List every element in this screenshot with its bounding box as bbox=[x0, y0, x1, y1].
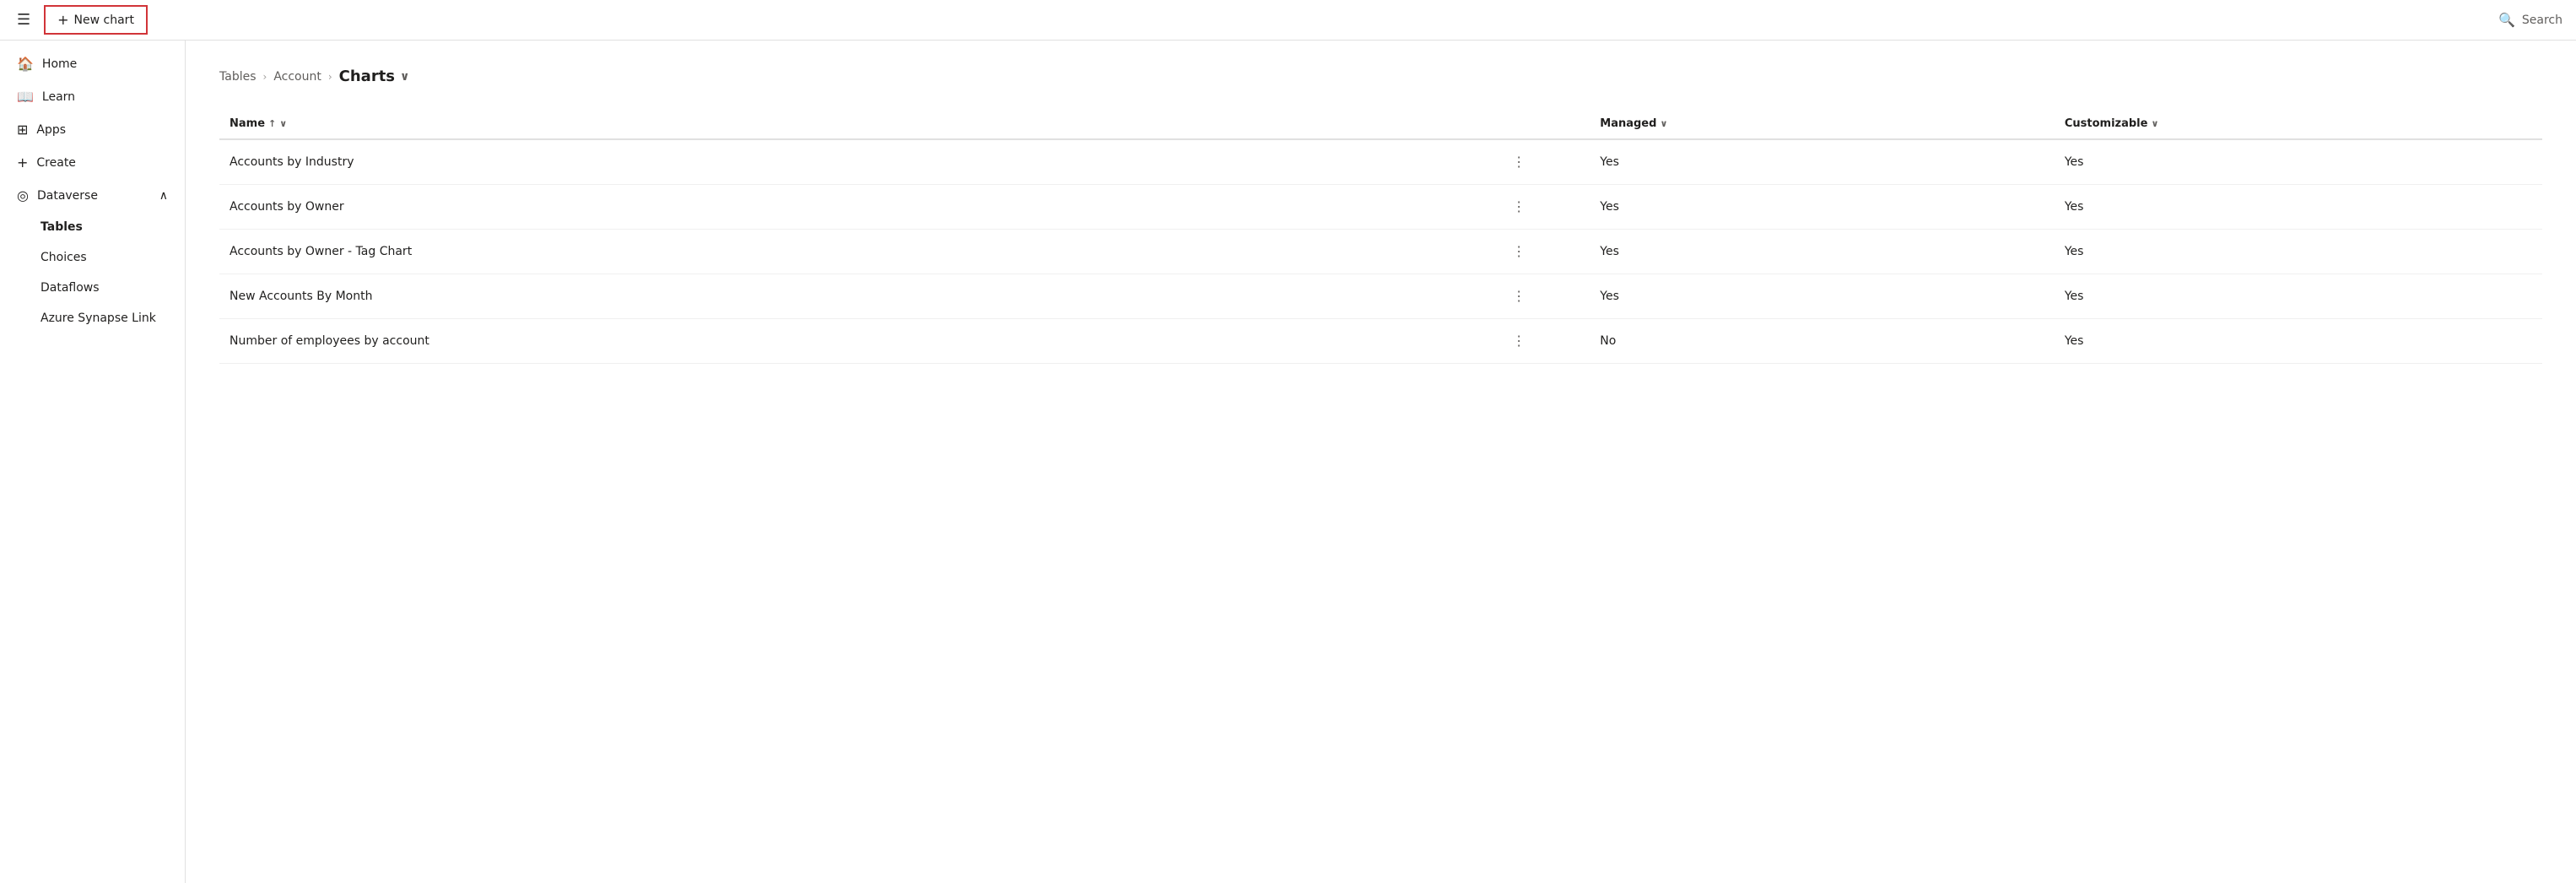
hamburger-icon[interactable]: ☰ bbox=[14, 8, 34, 32]
sidebar-item-learn[interactable]: 📖 Learn bbox=[0, 80, 185, 113]
toolbar-left: ☰ + New chart bbox=[14, 5, 148, 35]
col-header-managed: Managed ∨ bbox=[1590, 109, 2055, 139]
main-layout: 🏠 Home 📖 Learn ⊞ Apps + Create ◎ Dataver… bbox=[0, 41, 2576, 883]
sidebar-sub-item-tables[interactable]: Tables bbox=[0, 212, 185, 242]
cell-customizable-1: Yes bbox=[2055, 185, 2542, 230]
cell-managed-3: Yes bbox=[1590, 274, 2055, 319]
table-row: New Accounts By Month ⋮ Yes Yes bbox=[219, 274, 2542, 319]
sidebar-item-create-label: Create bbox=[36, 156, 76, 170]
cell-customizable-4: Yes bbox=[2055, 319, 2542, 364]
customizable-sort-icon[interactable]: ∨ bbox=[2151, 118, 2158, 129]
cell-customizable-2: Yes bbox=[2055, 230, 2542, 274]
search-label: Search bbox=[2522, 14, 2562, 27]
dataverse-chevron-icon: ∧ bbox=[159, 189, 168, 203]
breadcrumb: Tables › Account › Charts ∨ bbox=[219, 68, 2542, 85]
cell-name-2: Accounts by Owner - Tag Chart bbox=[219, 230, 1497, 274]
cell-actions-0: ⋮ bbox=[1497, 139, 1590, 185]
table-row: Accounts by Owner ⋮ Yes Yes bbox=[219, 185, 2542, 230]
sidebar-item-dataverse-label: Dataverse bbox=[37, 189, 98, 203]
name-sort-desc-icon[interactable]: ∨ bbox=[279, 118, 287, 129]
table-header-row: Name ↑ ∨ Managed ∨ Cust bbox=[219, 109, 2542, 139]
breadcrumb-tables[interactable]: Tables bbox=[219, 70, 257, 84]
col-customizable-label: Customizable bbox=[2065, 117, 2148, 130]
breadcrumb-chevron-icon[interactable]: ∨ bbox=[400, 70, 409, 84]
col-name-label: Name bbox=[230, 117, 265, 130]
cell-managed-0: Yes bbox=[1590, 139, 2055, 185]
create-icon: + bbox=[17, 154, 28, 171]
dataverse-left: ◎ Dataverse bbox=[17, 187, 98, 203]
home-icon: 🏠 bbox=[17, 56, 34, 72]
managed-sort-icon[interactable]: ∨ bbox=[1660, 118, 1667, 129]
col-header-actions bbox=[1497, 109, 1590, 139]
new-chart-button[interactable]: + New chart bbox=[44, 5, 148, 35]
apps-icon: ⊞ bbox=[17, 122, 28, 138]
dataflows-label: Dataflows bbox=[41, 281, 100, 295]
search-icon: 🔍 bbox=[2498, 12, 2515, 28]
col-header-customizable: Customizable ∨ bbox=[2055, 109, 2542, 139]
cell-customizable-3: Yes bbox=[2055, 274, 2542, 319]
breadcrumb-sep-2: › bbox=[328, 71, 332, 83]
table-row: Accounts by Owner - Tag Chart ⋮ Yes Yes bbox=[219, 230, 2542, 274]
cell-customizable-0: Yes bbox=[2055, 139, 2542, 185]
cell-managed-1: Yes bbox=[1590, 185, 2055, 230]
breadcrumb-current-label: Charts bbox=[339, 68, 395, 85]
dataverse-icon: ◎ bbox=[17, 187, 29, 203]
cell-name-1: Accounts by Owner bbox=[219, 185, 1497, 230]
cell-actions-3: ⋮ bbox=[1497, 274, 1590, 319]
new-chart-label: New chart bbox=[74, 14, 134, 27]
name-sort-asc-icon[interactable]: ↑ bbox=[268, 118, 276, 129]
more-options-button-4[interactable]: ⋮ bbox=[1507, 331, 1531, 351]
breadcrumb-sep-1: › bbox=[263, 71, 267, 83]
search-area[interactable]: 🔍 Search bbox=[2498, 12, 2562, 28]
more-options-button-1[interactable]: ⋮ bbox=[1507, 197, 1531, 217]
cell-actions-4: ⋮ bbox=[1497, 319, 1590, 364]
more-options-button-3[interactable]: ⋮ bbox=[1507, 286, 1531, 306]
sidebar-item-home-label: Home bbox=[42, 57, 77, 71]
sidebar-item-apps-label: Apps bbox=[36, 123, 66, 137]
cell-name-0: Accounts by Industry bbox=[219, 139, 1497, 185]
toolbar: ☰ + New chart 🔍 Search bbox=[0, 0, 2576, 41]
sidebar-item-dataverse[interactable]: ◎ Dataverse ∧ bbox=[0, 179, 185, 212]
sidebar-item-create[interactable]: + Create bbox=[0, 146, 185, 179]
more-options-button-2[interactable]: ⋮ bbox=[1507, 241, 1531, 262]
sidebar-sub-item-choices[interactable]: Choices bbox=[0, 242, 185, 273]
sidebar-sub-item-azure-synapse[interactable]: Azure Synapse Link bbox=[0, 303, 185, 333]
cell-managed-4: No bbox=[1590, 319, 2055, 364]
more-options-button-0[interactable]: ⋮ bbox=[1507, 152, 1531, 172]
sidebar-sub-item-dataflows[interactable]: Dataflows bbox=[0, 273, 185, 303]
col-header-name: Name ↑ ∨ bbox=[219, 109, 1497, 139]
cell-managed-2: Yes bbox=[1590, 230, 2055, 274]
sidebar: 🏠 Home 📖 Learn ⊞ Apps + Create ◎ Dataver… bbox=[0, 41, 186, 883]
charts-table: Name ↑ ∨ Managed ∨ Cust bbox=[219, 109, 2542, 364]
choices-label: Choices bbox=[41, 251, 87, 264]
cell-name-4: Number of employees by account bbox=[219, 319, 1497, 364]
table-row: Number of employees by account ⋮ No Yes bbox=[219, 319, 2542, 364]
col-managed-label: Managed bbox=[1600, 117, 1656, 130]
breadcrumb-account[interactable]: Account bbox=[273, 70, 321, 84]
learn-icon: 📖 bbox=[17, 89, 34, 105]
cell-actions-2: ⋮ bbox=[1497, 230, 1590, 274]
sidebar-item-home[interactable]: 🏠 Home bbox=[0, 47, 185, 80]
sidebar-item-apps[interactable]: ⊞ Apps bbox=[0, 113, 185, 146]
content-area: Tables › Account › Charts ∨ Name ↑ ∨ bbox=[186, 41, 2576, 883]
azure-synapse-label: Azure Synapse Link bbox=[41, 311, 156, 325]
table-row: Accounts by Industry ⋮ Yes Yes bbox=[219, 139, 2542, 185]
cell-actions-1: ⋮ bbox=[1497, 185, 1590, 230]
sidebar-item-learn-label: Learn bbox=[42, 90, 75, 104]
breadcrumb-current: Charts ∨ bbox=[339, 68, 410, 85]
plus-icon: + bbox=[57, 12, 68, 28]
tables-label: Tables bbox=[41, 220, 83, 234]
cell-name-3: New Accounts By Month bbox=[219, 274, 1497, 319]
